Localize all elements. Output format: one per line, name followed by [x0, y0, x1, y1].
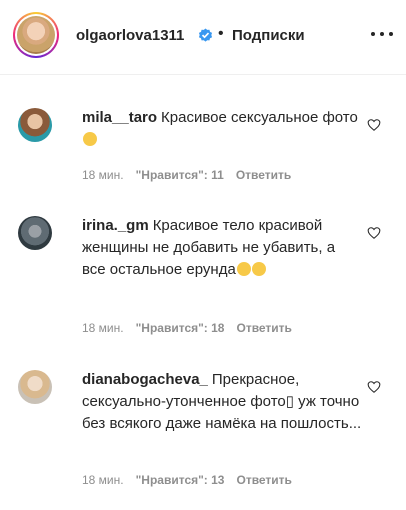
- profile-avatar[interactable]: [13, 12, 59, 58]
- comment-likes[interactable]: "Нравится": 18: [136, 321, 225, 335]
- heart-eyes-emoji-icon: [83, 132, 97, 146]
- comment-time[interactable]: 18 мин.: [82, 321, 124, 335]
- like-heart-icon[interactable]: [367, 380, 381, 394]
- commenter-avatar[interactable]: [18, 108, 52, 142]
- following-button[interactable]: Подписки: [232, 27, 305, 44]
- reply-button[interactable]: Ответить: [236, 473, 291, 487]
- comment-text: Красивое сексуальное фото: [161, 109, 358, 126]
- header-username[interactable]: olgaorlova1311: [76, 27, 184, 44]
- comment-item: dianabogacheva_ Прекрасное, сексуально-ут…: [0, 362, 406, 497]
- reply-button[interactable]: Ответить: [236, 168, 291, 182]
- comment-meta: 18 мин. "Нравится": 18 Ответить: [82, 321, 304, 335]
- comment-item: irina._gm Красивое тело красивой женщины …: [0, 208, 406, 343]
- like-heart-icon[interactable]: [367, 226, 381, 240]
- like-heart-icon[interactable]: [367, 118, 381, 132]
- comment-time[interactable]: 18 мин.: [82, 473, 124, 487]
- comment-likes[interactable]: "Нравится": 13: [136, 473, 225, 487]
- comment-item: mila__taro Красивое сексуальное фото 18 м…: [0, 100, 406, 190]
- smirk-emoji-icon: [236, 262, 251, 276]
- comment-meta: 18 мин. "Нравится": 11 Ответить: [82, 168, 303, 182]
- comment-body: dianabogacheva_ Прекрасное, сексуально-ут…: [82, 369, 362, 435]
- comment-body: mila__taro Красивое сексуальное фото: [82, 107, 362, 151]
- post-header: olgaorlova1311 • Подписки: [0, 0, 406, 75]
- separator-dot: •: [218, 25, 224, 42]
- comment-username[interactable]: dianabogacheva_: [82, 371, 208, 388]
- comment-username[interactable]: irina._gm: [82, 217, 149, 234]
- comment-time[interactable]: 18 мин.: [82, 168, 124, 182]
- comment-likes[interactable]: "Нравится": 11: [136, 168, 224, 182]
- commenter-avatar[interactable]: [18, 370, 52, 404]
- comment-meta: 18 мин. "Нравится": 13 Ответить: [82, 473, 304, 487]
- more-options-icon[interactable]: [370, 24, 394, 44]
- reply-button[interactable]: Ответить: [236, 321, 291, 335]
- grin-emoji-icon: [251, 262, 266, 276]
- comment-username[interactable]: mila__taro: [82, 109, 157, 126]
- commenter-avatar[interactable]: [18, 216, 52, 250]
- verified-badge-icon: [198, 28, 213, 42]
- comment-body: irina._gm Красивое тело красивой женщины …: [82, 215, 362, 281]
